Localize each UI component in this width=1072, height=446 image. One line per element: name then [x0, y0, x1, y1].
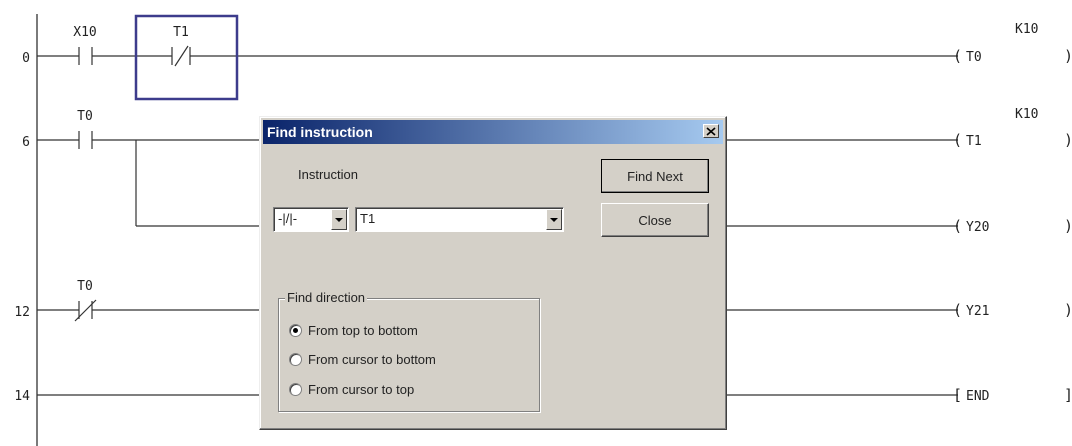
- radio-selected-icon: [289, 324, 302, 337]
- instruction-label: Instruction: [298, 167, 358, 182]
- chevron-down-icon[interactable]: [331, 209, 347, 230]
- contact-label: T0: [77, 279, 93, 294]
- radio-label: From cursor to top: [308, 382, 415, 397]
- svg-text:(: (: [953, 47, 962, 65]
- coil-constant: K10: [1015, 22, 1038, 37]
- chevron-down-icon[interactable]: [546, 209, 562, 230]
- svg-text:): ): [1064, 301, 1072, 319]
- contact-label: T1: [173, 25, 189, 40]
- radio-label: From cursor to bottom: [308, 352, 436, 367]
- device-combo[interactable]: T1: [355, 207, 564, 232]
- svg-text:): ): [1064, 131, 1072, 149]
- radio-unselected-icon: [289, 353, 302, 366]
- radio-unselected-icon: [289, 383, 302, 396]
- radio-cursor-to-bottom[interactable]: From cursor to bottom: [289, 352, 436, 367]
- svg-text:]: ]: [1064, 386, 1072, 404]
- find-instruction-dialog: Find instruction Instruction -|/|- T1 Fi…: [259, 116, 727, 430]
- contact-label: T0: [77, 109, 93, 124]
- step-number: 6: [22, 135, 30, 150]
- svg-text:[: [: [953, 386, 962, 404]
- dialog-title-bar[interactable]: Find instruction: [263, 120, 723, 144]
- step-number: 14: [14, 389, 30, 404]
- coil-constant: K10: [1015, 107, 1038, 122]
- dialog-title: Find instruction: [267, 124, 373, 140]
- svg-text:): ): [1064, 217, 1072, 235]
- find-next-button[interactable]: Find Next: [601, 159, 709, 193]
- device-value: T1: [360, 211, 376, 226]
- radio-top-to-bottom[interactable]: From top to bottom: [289, 323, 418, 338]
- svg-text:(: (: [953, 301, 962, 319]
- step-number: 12: [14, 305, 30, 320]
- svg-text:(: (: [953, 131, 962, 149]
- svg-text:(: (: [953, 217, 962, 235]
- contact-label: X10: [73, 25, 96, 40]
- instruction-type-combo[interactable]: -|/|-: [273, 207, 349, 232]
- find-direction-label: Find direction: [285, 290, 368, 305]
- close-button[interactable]: Close: [601, 203, 709, 237]
- coil-label: T1: [966, 134, 982, 149]
- coil-label: T0: [966, 50, 982, 65]
- close-icon[interactable]: [703, 124, 719, 138]
- find-direction-group: Find direction From top to bottom From c…: [278, 290, 540, 412]
- radio-label: From top to bottom: [308, 323, 418, 338]
- coil-label: END: [966, 389, 990, 404]
- coil-label: Y21: [966, 304, 989, 319]
- radio-cursor-to-top[interactable]: From cursor to top: [289, 382, 414, 397]
- step-number: 0: [22, 51, 30, 66]
- coil-label: Y20: [966, 220, 989, 235]
- instruction-type-value: -|/|-: [278, 211, 298, 226]
- svg-text:): ): [1064, 47, 1072, 65]
